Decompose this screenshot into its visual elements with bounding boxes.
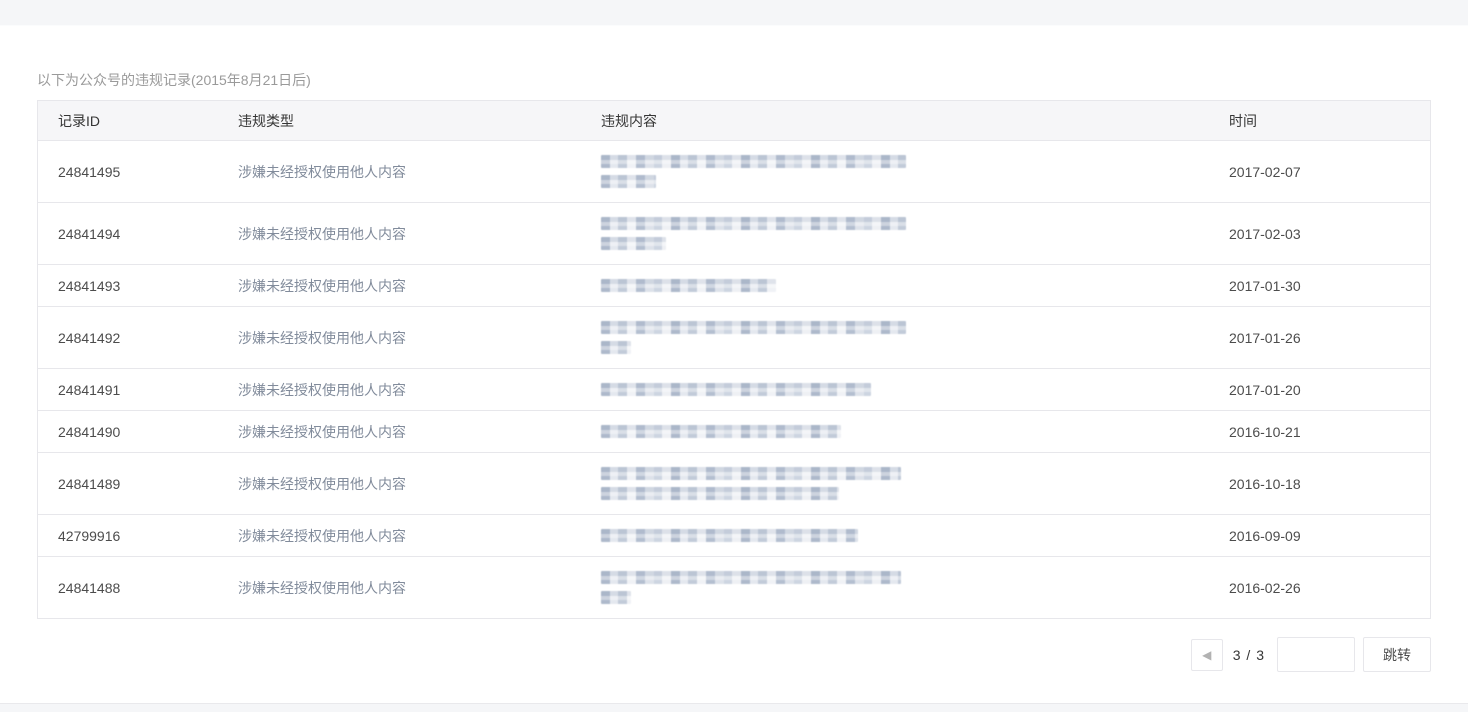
- table-row: 24841488 涉嫌未经授权使用他人内容 2016-02-26: [38, 556, 1430, 618]
- pagination: ◀ 3 / 3 跳转: [37, 637, 1431, 672]
- violation-content-cell: [581, 557, 1209, 618]
- table-body: 24841495 涉嫌未经授权使用他人内容 2017-02-07 2484149…: [38, 140, 1430, 618]
- record-id-cell: 24841492: [58, 329, 121, 346]
- record-id-cell: 24841495: [58, 163, 121, 180]
- redacted-content-line: [601, 341, 631, 354]
- page-indicator: 3 / 3: [1232, 646, 1265, 663]
- previous-page-button[interactable]: ◀: [1190, 638, 1223, 671]
- table-row: 24841490 涉嫌未经授权使用他人内容 2016-10-21: [38, 410, 1430, 452]
- redacted-content-line: [601, 467, 901, 480]
- table-row: 24841494 涉嫌未经授权使用他人内容 2017-02-03: [38, 202, 1430, 264]
- table-row: 24841492 涉嫌未经授权使用他人内容 2017-01-26: [38, 306, 1430, 368]
- redacted-content-line: [601, 571, 901, 584]
- violation-type-cell: 涉嫌未经授权使用他人内容: [238, 225, 406, 242]
- redacted-content-line: [601, 425, 841, 438]
- record-id-cell: 42799916: [58, 527, 121, 544]
- violation-records-table: 记录ID 违规类型 违规内容 时间 24841495 涉嫌未经授权使用他人内容 …: [37, 100, 1431, 619]
- time-cell: 2017-02-07: [1229, 163, 1301, 180]
- redacted-content-line: [601, 529, 858, 542]
- time-cell: 2016-10-18: [1229, 475, 1301, 492]
- redacted-content-line: [601, 487, 839, 500]
- violation-type-cell: 涉嫌未经授权使用他人内容: [238, 579, 406, 596]
- page-jump-input[interactable]: [1277, 637, 1355, 672]
- violation-content-cell: [581, 307, 1209, 368]
- table-row: 42799916 涉嫌未经授权使用他人内容 2016-09-09: [38, 514, 1430, 556]
- redacted-content-line: [601, 175, 656, 188]
- table-row: 24841493 涉嫌未经授权使用他人内容 2017-01-30: [38, 264, 1430, 306]
- violation-content-cell: [581, 411, 1209, 452]
- table-row: 24841495 涉嫌未经授权使用他人内容 2017-02-07: [38, 140, 1430, 202]
- violation-content-cell: [581, 265, 1209, 306]
- violation-content-cell: [581, 141, 1209, 202]
- time-cell: 2017-01-20: [1229, 381, 1301, 398]
- time-cell: 2017-02-03: [1229, 225, 1301, 242]
- violation-type-cell: 涉嫌未经授权使用他人内容: [238, 423, 406, 440]
- time-cell: 2017-01-26: [1229, 329, 1301, 346]
- redacted-content-line: [601, 591, 631, 604]
- redacted-content-line: [601, 383, 871, 396]
- violation-content-cell: [581, 453, 1209, 514]
- redacted-content-line: [601, 155, 906, 168]
- table-row: 24841489 涉嫌未经授权使用他人内容 2016-10-18: [38, 452, 1430, 514]
- violation-content-cell: [581, 369, 1209, 410]
- violation-type-cell: 涉嫌未经授权使用他人内容: [238, 277, 406, 294]
- column-header-violation-type: 违规类型: [238, 112, 294, 129]
- violation-content-cell: [581, 515, 1209, 556]
- violation-type-cell: 涉嫌未经授权使用他人内容: [238, 381, 406, 398]
- record-id-cell: 24841491: [58, 381, 121, 398]
- redacted-content-line: [601, 321, 906, 334]
- record-id-cell: 24841494: [58, 225, 121, 242]
- redacted-content-line: [601, 237, 666, 250]
- record-id-cell: 24841493: [58, 277, 121, 294]
- time-cell: 2016-10-21: [1229, 423, 1301, 440]
- table-row: 24841491 涉嫌未经授权使用他人内容 2017-01-20: [38, 368, 1430, 410]
- main-content: 以下为公众号的违规记录(2015年8月21日后) 记录ID 违规类型 违规内容 …: [0, 26, 1468, 672]
- record-id-cell: 24841488: [58, 579, 121, 596]
- page-jump-button[interactable]: 跳转: [1363, 637, 1431, 672]
- column-header-violation-content: 违规内容: [601, 112, 657, 129]
- violation-type-cell: 涉嫌未经授权使用他人内容: [238, 163, 406, 180]
- previous-page-icon: ◀: [1202, 647, 1212, 662]
- time-cell: 2016-02-26: [1229, 579, 1301, 596]
- time-cell: 2017-01-30: [1229, 277, 1301, 294]
- top-bar: [0, 0, 1468, 26]
- record-id-cell: 24841490: [58, 423, 121, 440]
- table-header-row: 记录ID 违规类型 违规内容 时间: [38, 101, 1430, 140]
- time-cell: 2016-09-09: [1229, 527, 1301, 544]
- violation-type-cell: 涉嫌未经授权使用他人内容: [238, 527, 406, 544]
- column-header-time: 时间: [1229, 112, 1257, 129]
- record-id-cell: 24841489: [58, 475, 121, 492]
- column-header-record-id: 记录ID: [58, 112, 100, 129]
- redacted-content-line: [601, 217, 906, 230]
- page-title: 以下为公众号的违规记录(2015年8月21日后): [37, 72, 311, 88]
- violation-content-cell: [581, 203, 1209, 264]
- violation-type-cell: 涉嫌未经授权使用他人内容: [238, 475, 406, 492]
- redacted-content-line: [601, 279, 776, 292]
- violation-type-cell: 涉嫌未经授权使用他人内容: [238, 329, 406, 346]
- bottom-bar: [0, 703, 1468, 712]
